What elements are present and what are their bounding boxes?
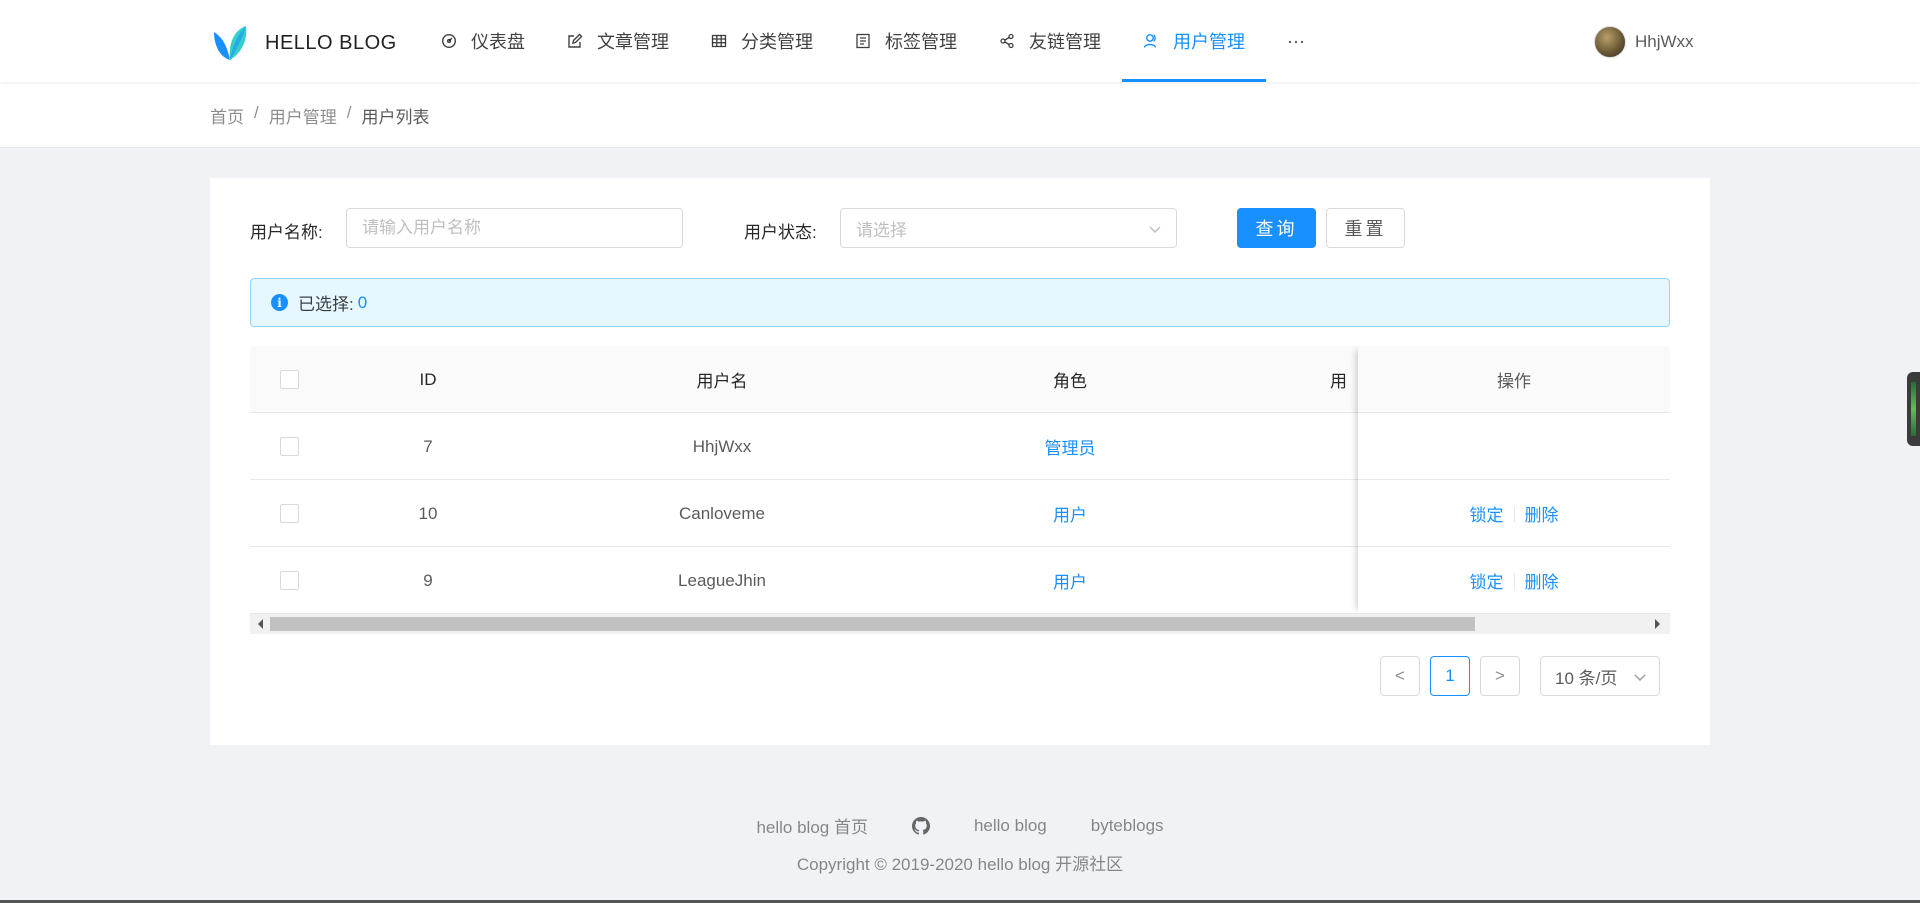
row-checkbox[interactable] — [279, 571, 299, 590]
header-select-all — [250, 346, 328, 413]
chevron-down-icon — [1148, 221, 1162, 241]
username-filter-label: 用户名称: — [250, 223, 323, 242]
cell-username: LeagueJhin — [678, 570, 766, 590]
delete-user-link[interactable]: 删除 — [1525, 501, 1559, 526]
nav-label: 仪表盘 — [471, 32, 525, 52]
username: HhjWxx — [1635, 32, 1694, 51]
divider — [1513, 505, 1515, 522]
nav-label: 标签管理 — [885, 32, 957, 52]
user-table: ID 用户名 角色 用 7 HhjWxx 管理员 10 Canloveme 用户… — [250, 346, 1670, 614]
nav-item-tags[interactable]: 标签管理 — [834, 0, 978, 82]
username-search-input[interactable] — [346, 208, 683, 248]
nav-item-users[interactable]: 用户管理 — [1122, 0, 1266, 82]
nav-item-categories[interactable]: 分类管理 — [690, 0, 834, 82]
lock-user-link[interactable]: 锁定 — [1470, 568, 1504, 593]
dashboard-icon — [441, 33, 457, 49]
nav-item-dashboard[interactable]: 仪表盘 — [420, 0, 546, 82]
search-button[interactable]: 查询 — [1237, 208, 1316, 248]
cell-id: 9 — [423, 570, 433, 590]
footer-link-blog[interactable]: hello blog — [974, 813, 1047, 838]
cell-role-tag[interactable]: 用户 — [916, 480, 1224, 547]
nav-label: 友链管理 — [1029, 32, 1101, 52]
share-icon — [999, 33, 1015, 49]
table-horizontal-scrollbar[interactable] — [250, 614, 1670, 634]
select-all-checkbox[interactable] — [279, 370, 299, 389]
brand-logo[interactable]: HELLO BLOG — [210, 24, 397, 62]
cell-username: HhjWxx — [692, 436, 752, 456]
breadcrumb-separator: / — [346, 103, 352, 122]
more-icon: ··· — [1287, 30, 1305, 51]
actions-cell: 锁定 删除 — [1358, 480, 1670, 547]
top-header: HELLO BLOG 仪表盘 文章管理 分类管理 标签管理 友链管理 用户管理 … — [0, 0, 1920, 82]
brand-name: HELLO BLOG — [265, 31, 397, 54]
row-checkbox[interactable] — [279, 504, 299, 523]
status-select-placeholder: 请选择 — [856, 220, 907, 240]
column-header-role: 角色 — [1053, 372, 1087, 391]
nav-label: 用户管理 — [1173, 32, 1245, 52]
breadcrumb-separator: / — [254, 103, 259, 122]
footer-link-home[interactable]: hello blog 首页 — [756, 813, 868, 838]
row-checkbox[interactable] — [279, 437, 299, 456]
divider — [1513, 572, 1515, 589]
fixed-actions-column: 操作 锁定 删除 锁定 删除 — [1358, 346, 1670, 614]
delete-user-link[interactable]: 删除 — [1525, 568, 1559, 593]
info-icon: i — [271, 294, 288, 311]
nav-item-links[interactable]: 友链管理 — [978, 0, 1122, 82]
selection-alert: i 已选择: 0 — [250, 278, 1670, 327]
scroll-thumb[interactable] — [270, 617, 1475, 631]
scroll-right-arrow-icon[interactable] — [1655, 619, 1660, 629]
cell-id: 7 — [423, 436, 433, 456]
cell-username: Canloveme — [679, 503, 765, 523]
github-icon[interactable] — [911, 813, 930, 838]
nav-item-articles[interactable]: 文章管理 — [546, 0, 690, 82]
selection-count: 0 — [357, 292, 368, 312]
nav-label: 分类管理 — [741, 32, 813, 52]
side-floating-widget[interactable] — [1907, 372, 1920, 446]
next-page-button[interactable]: > — [1480, 656, 1520, 696]
cell-role-tag[interactable]: 用户 — [916, 547, 1224, 614]
avatar — [1594, 26, 1626, 58]
reset-button[interactable]: 重置 — [1326, 208, 1405, 248]
page-size-value: 10 条/页 — [1555, 668, 1618, 688]
list-icon — [855, 33, 871, 49]
column-header-username: 用户名 — [696, 372, 748, 391]
lock-user-link[interactable]: 锁定 — [1470, 501, 1504, 526]
breadcrumb-bar: 首页 / 用户管理 / 用户列表 — [0, 82, 1920, 148]
footer-links: hello blog 首页 hello blog byteblogs — [0, 813, 1920, 838]
actions-cell — [1358, 413, 1670, 480]
edit-icon — [567, 33, 583, 49]
selection-text: 已选择: — [298, 295, 354, 314]
column-header-actions: 操作 — [1497, 372, 1531, 391]
status-select[interactable]: 请选择 — [840, 208, 1177, 248]
breadcrumb-section[interactable]: 用户管理 — [269, 103, 337, 128]
chevron-down-icon — [1633, 669, 1647, 689]
user-menu[interactable]: HhjWxx — [1594, 26, 1694, 58]
copyright-text: Copyright © 2019-2020 hello blog 开源社区 — [796, 855, 1124, 874]
page-size-select[interactable]: 10 条/页 — [1540, 656, 1660, 696]
breadcrumb-home[interactable]: 首页 — [210, 103, 244, 128]
user-icon — [1143, 33, 1159, 49]
leaf-logo-icon — [210, 24, 250, 62]
prev-page-button[interactable]: < — [1380, 656, 1420, 696]
cell-role-tag[interactable]: 管理员 — [916, 413, 1224, 480]
status-filter-label: 用户状态: — [744, 223, 817, 242]
user-list-card: 用户名称: 用户状态: 请选择 查询 重置 i 已选择: 0 ID 用户名 角色… — [210, 178, 1710, 745]
column-header-id: ID — [419, 369, 437, 389]
footer-link-byteblogs[interactable]: byteblogs — [1091, 813, 1164, 838]
main-nav: 仪表盘 文章管理 分类管理 标签管理 友链管理 用户管理 ··· — [420, 0, 1326, 82]
nav-more-button[interactable]: ··· — [1266, 0, 1326, 82]
scroll-left-arrow-icon[interactable] — [258, 619, 263, 629]
actions-cell: 锁定 删除 — [1358, 547, 1670, 614]
nav-label: 文章管理 — [597, 32, 669, 52]
page-1-button[interactable]: 1 — [1430, 656, 1470, 696]
cell-id: 10 — [418, 503, 438, 523]
table-icon — [711, 33, 727, 49]
breadcrumb-current: 用户列表 — [361, 108, 430, 127]
breadcrumb: 首页 / 用户管理 / 用户列表 — [210, 103, 429, 128]
